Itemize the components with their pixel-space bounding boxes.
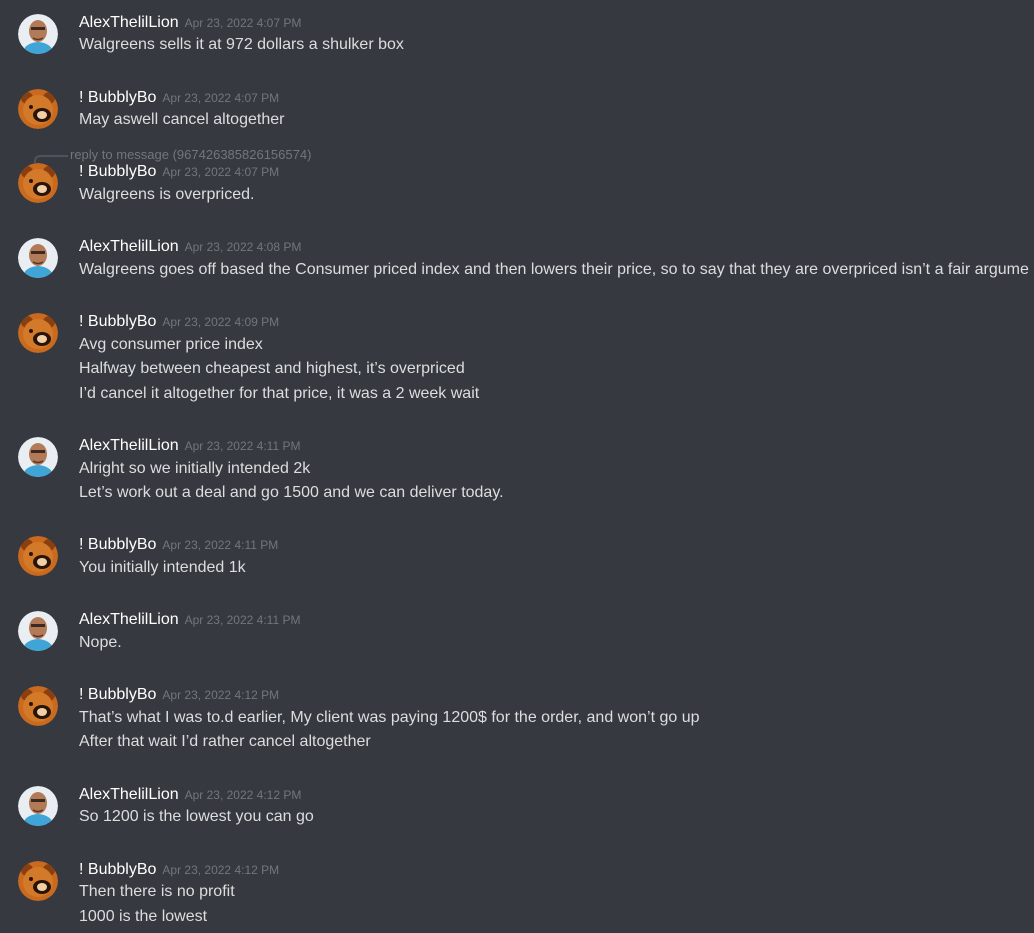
person-avatar-icon (18, 14, 58, 54)
timestamp: Apr 23, 2022 4:11 PM (184, 439, 301, 453)
username[interactable]: AlexThelilLion (79, 238, 179, 255)
message-header: ! BubblyBo Apr 23, 2022 4:12 PM (79, 860, 279, 880)
timestamp: Apr 23, 2022 4:09 PM (162, 315, 280, 329)
avatar[interactable] (18, 686, 58, 726)
timestamp: Apr 23, 2022 4:07 PM (162, 165, 280, 179)
message-header: AlexThelilLion Apr 23, 2022 4:12 PM (79, 785, 301, 805)
timestamp: Apr 23, 2022 4:11 PM (162, 538, 279, 552)
avatar[interactable] (18, 238, 58, 278)
avatar[interactable] (18, 163, 58, 203)
person-avatar-icon (18, 611, 58, 651)
message-header: AlexThelilLion Apr 23, 2022 4:11 PM (79, 436, 300, 456)
message-header: ! BubblyBo Apr 23, 2022 4:07 PM (79, 88, 279, 108)
timestamp: Apr 23, 2022 4:07 PM (162, 91, 280, 105)
bear-avatar-icon (18, 536, 58, 576)
person-avatar-icon (18, 437, 58, 477)
username[interactable]: AlexThelilLion (79, 786, 179, 803)
message-text: 1000 is the lowest (79, 908, 208, 925)
username[interactable]: AlexThelilLion (79, 437, 179, 454)
username[interactable]: ! BubblyBo (79, 89, 156, 106)
person-avatar-icon (18, 786, 58, 826)
avatar[interactable] (18, 14, 58, 54)
avatar[interactable] (18, 437, 58, 477)
message-text: That’s what I was to.d earlier, My clien… (79, 709, 700, 726)
timestamp: Apr 23, 2022 4:12 PM (162, 688, 280, 702)
message-text: Alright so we initially intended 2k (79, 460, 311, 477)
bear-avatar-icon (18, 89, 58, 129)
message-header: ! BubblyBo Apr 23, 2022 4:12 PM (79, 685, 279, 705)
username[interactable]: ! BubblyBo (79, 536, 156, 553)
avatar[interactable] (18, 786, 58, 826)
message-text: So 1200 is the lowest you can go (79, 808, 314, 825)
message-text: Walgreens sells it at 972 dollars a shul… (79, 36, 404, 53)
timestamp: Apr 23, 2022 4:12 PM (184, 788, 302, 802)
message-header: AlexThelilLion Apr 23, 2022 4:11 PM (79, 610, 300, 630)
message-text: Let’s work out a deal and go 1500 and we… (79, 484, 504, 501)
username[interactable]: ! BubblyBo (79, 861, 156, 878)
bear-avatar-icon (18, 686, 58, 726)
username[interactable]: AlexThelilLion (79, 611, 179, 628)
message-text: You initially intended 1k (79, 559, 246, 576)
message-header: ! BubblyBo Apr 23, 2022 4:07 PM (79, 162, 279, 182)
avatar[interactable] (18, 861, 58, 901)
avatar[interactable] (18, 89, 58, 129)
timestamp: Apr 23, 2022 4:08 PM (184, 240, 302, 254)
reply-reference[interactable]: reply to message (967426385826156574) (70, 147, 311, 163)
message-text: Then there is no profit (79, 883, 235, 900)
message-header: ! BubblyBo Apr 23, 2022 4:09 PM (79, 312, 279, 332)
person-avatar-icon (18, 238, 58, 278)
timestamp: Apr 23, 2022 4:07 PM (184, 16, 302, 30)
reply-connector (34, 155, 68, 163)
message-text: After that wait I’d rather cancel altoge… (79, 733, 371, 750)
username[interactable]: ! BubblyBo (79, 313, 156, 330)
message-text: Avg consumer price index (79, 336, 263, 353)
message-text: Walgreens is overpriced. (79, 186, 255, 203)
message-text: I’d cancel it altogether for that price,… (79, 385, 480, 402)
message-text: Walgreens goes off based the Consumer pr… (79, 261, 1029, 278)
username[interactable]: ! BubblyBo (79, 686, 156, 703)
message-header: ! BubblyBo Apr 23, 2022 4:11 PM (79, 535, 278, 555)
message-text: Nope. (79, 634, 122, 651)
bear-avatar-icon (18, 163, 58, 203)
avatar[interactable] (18, 536, 58, 576)
message-header: AlexThelilLion Apr 23, 2022 4:08 PM (79, 237, 301, 257)
bear-avatar-icon (18, 313, 58, 353)
username[interactable]: ! BubblyBo (79, 163, 156, 180)
message-header: AlexThelilLion Apr 23, 2022 4:07 PM (79, 13, 301, 33)
username[interactable]: AlexThelilLion (79, 14, 179, 31)
avatar[interactable] (18, 611, 58, 651)
timestamp: Apr 23, 2022 4:12 PM (162, 863, 280, 877)
bear-avatar-icon (18, 861, 58, 901)
avatar[interactable] (18, 313, 58, 353)
message-text: Halfway between cheapest and highest, it… (79, 360, 465, 377)
timestamp: Apr 23, 2022 4:11 PM (184, 613, 301, 627)
message-text: May aswell cancel altogether (79, 111, 285, 128)
chat-messages: AlexThelilLion Apr 23, 2022 4:07 PM Walgr… (0, 0, 1034, 933)
